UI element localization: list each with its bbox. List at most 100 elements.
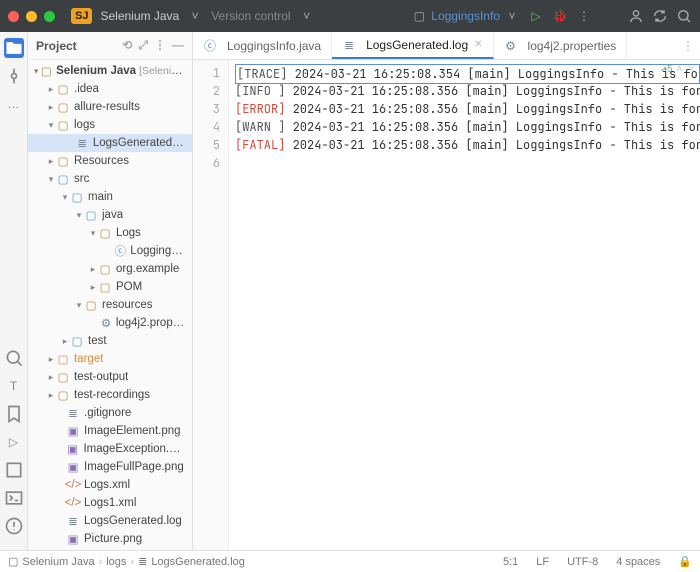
- checks-count: ✓5: [661, 62, 673, 75]
- breadcrumb[interactable]: ▢ Selenium Java › logs › ≣ LogsGenerated…: [8, 555, 245, 568]
- crumb-logs[interactable]: logs: [106, 556, 126, 568]
- tree-file-logs-xml[interactable]: </>Logs.xml: [28, 476, 192, 494]
- readonly-lock-icon[interactable]: 🔒: [678, 555, 692, 568]
- inspections-widget[interactable]: ✓5 ˄ ˅: [661, 62, 694, 75]
- tree-folder-resources-top[interactable]: ▸▢Resources: [28, 152, 192, 170]
- commit-tool-icon[interactable]: [4, 66, 24, 86]
- user-icon[interactable]: [628, 8, 644, 24]
- tree-root[interactable]: ▾▢ Selenium Java[SeleniumJava]: [28, 62, 192, 80]
- tree-file-logs1-xml[interactable]: </>Logs1.xml: [28, 494, 192, 512]
- tree-file-image-exception[interactable]: ▣ImageException.png: [28, 440, 192, 458]
- minimize-window-icon[interactable]: [26, 11, 37, 22]
- run-icon[interactable]: ▷: [528, 8, 544, 24]
- project-name[interactable]: Selenium Java: [100, 9, 179, 23]
- terminal-tool-icon[interactable]: [4, 488, 24, 508]
- tree-folder-java[interactable]: ▾▢java: [28, 206, 192, 224]
- left-toolstrip: … T ▷: [0, 32, 28, 550]
- line-separator[interactable]: LF: [536, 556, 549, 568]
- tab-loggingsinfo-java[interactable]: ⓒ LoggingsInfo.java: [193, 32, 332, 59]
- run-config-label: LoggingsInfo: [431, 9, 500, 23]
- structure-tool-icon[interactable]: T: [4, 376, 24, 396]
- tree-file-picture[interactable]: ▣Picture.png: [28, 530, 192, 548]
- tree-file-image-element[interactable]: ▣ImageElement.png: [28, 422, 192, 440]
- more-tool-icon[interactable]: …: [4, 94, 24, 114]
- code-editor[interactable]: 123456 [TRACE] 2024-03-21 16:25:08.354 […: [193, 60, 700, 550]
- line-number: 4: [193, 118, 220, 136]
- tree-folder-logs[interactable]: ▾▢logs: [28, 116, 192, 134]
- tab-log4j2-properties[interactable]: ⚙ log4j2.properties: [494, 32, 628, 59]
- debug-icon[interactable]: 🐞: [552, 8, 568, 24]
- updates-icon[interactable]: [652, 8, 668, 24]
- titlebar: SJ Selenium Java ˅ Version control ˅ ▢ L…: [0, 0, 700, 32]
- indent-setting[interactable]: 4 spaces: [616, 556, 660, 568]
- tree-pkg-pom[interactable]: ▸▢POM: [28, 278, 192, 296]
- code-line[interactable]: [INFO ] 2024-03-21 16:25:08.356 [main] L…: [235, 82, 700, 100]
- close-tab-icon[interactable]: ✕: [474, 39, 482, 50]
- tab-label: LogsGenerated.log: [366, 38, 468, 52]
- code-line[interactable]: [ERROR] 2024-03-21 16:25:08.356 [main] L…: [235, 100, 700, 118]
- expand-icon[interactable]: ⤢: [138, 38, 148, 53]
- tree-folder-test[interactable]: ▸▢test: [28, 332, 192, 350]
- code-line[interactable]: [TRACE] 2024-03-21 16:25:08.354 [main] L…: [235, 64, 700, 82]
- statusbar: ▢ Selenium Java › logs › ≣ LogsGenerated…: [0, 550, 700, 572]
- more-icon[interactable]: ⋮: [576, 8, 592, 24]
- run-tool-icon[interactable]: ▷: [4, 432, 24, 452]
- close-window-icon[interactable]: [8, 11, 19, 22]
- line-number: 2: [193, 82, 220, 100]
- options-icon[interactable]: ⋮: [154, 38, 166, 53]
- crumb-root[interactable]: Selenium Java: [22, 556, 94, 568]
- editor-area: ⓒ LoggingsInfo.java ≣ LogsGenerated.log …: [193, 32, 700, 550]
- tree-file-logsgen-local[interactable]: ≣LogsGenerated.log: [28, 512, 192, 530]
- code-lines[interactable]: [TRACE] 2024-03-21 16:25:08.354 [main] L…: [229, 60, 700, 550]
- tree-class-loggingsinfo[interactable]: ⓒLoggingsInfo: [28, 242, 192, 260]
- tree-file-image-fullpage[interactable]: ▣ImageFullPage.png: [28, 458, 192, 476]
- file-icon: ≣: [342, 38, 356, 52]
- tab-label: log4j2.properties: [528, 39, 617, 53]
- build-tool-icon[interactable]: [4, 460, 24, 480]
- code-line[interactable]: [WARN ] 2024-03-21 16:25:08.356 [main] L…: [235, 118, 700, 136]
- project-tree[interactable]: ▾▢ Selenium Java[SeleniumJava] ▸▢.idea ▸…: [28, 60, 192, 550]
- tree-folder-main[interactable]: ▾▢main: [28, 188, 192, 206]
- tree-pkg-orgexample[interactable]: ▸▢org.example: [28, 260, 192, 278]
- crumb-file[interactable]: LogsGenerated.log: [151, 556, 245, 568]
- tree-file-log4j2[interactable]: ⚙log4j2.properties: [28, 314, 192, 332]
- tree-pkg-logs[interactable]: ▾▢Logs: [28, 224, 192, 242]
- tree-file-logsgenerated[interactable]: ≣LogsGenerated.log: [28, 134, 192, 152]
- tree-folder-idea[interactable]: ▸▢.idea: [28, 80, 192, 98]
- hide-panel-icon[interactable]: —: [172, 38, 184, 53]
- run-config-icon: ▢: [411, 8, 427, 24]
- bookmarks-tool-icon[interactable]: [4, 404, 24, 424]
- tree-folder-testrecordings[interactable]: ▸▢test-recordings: [28, 386, 192, 404]
- line-number: 1: [193, 64, 220, 82]
- tree-folder-target[interactable]: ▸▢target: [28, 350, 192, 368]
- problems-tool-icon[interactable]: [4, 516, 24, 536]
- chevron-down-icon[interactable]: ˅: [187, 8, 203, 24]
- file-encoding[interactable]: UTF-8: [567, 556, 598, 568]
- tabs-menu-icon[interactable]: ⋮: [676, 32, 700, 59]
- project-panel-header: Project ⟲ ⤢ ⋮ —: [28, 32, 192, 60]
- project-tool-icon[interactable]: [4, 38, 24, 58]
- tree-folder-testoutput[interactable]: ▸▢test-output: [28, 368, 192, 386]
- search-tool-icon[interactable]: [4, 348, 24, 368]
- code-line[interactable]: [235, 154, 700, 172]
- chevron-down-icon[interactable]: ˅: [299, 8, 315, 24]
- tree-folder-allure[interactable]: ▸▢allure-results: [28, 98, 192, 116]
- tree-folder-resources[interactable]: ▾▢resources: [28, 296, 192, 314]
- line-number: 3: [193, 100, 220, 118]
- version-control-menu[interactable]: Version control: [211, 9, 290, 23]
- tab-logsgenerated-log[interactable]: ≣ LogsGenerated.log ✕: [332, 32, 493, 59]
- tree-folder-src[interactable]: ▾▢src: [28, 170, 192, 188]
- code-line[interactable]: [FATAL] 2024-03-21 16:25:08.356 [main] L…: [235, 136, 700, 154]
- nav-arrows[interactable]: ˄ ˅: [677, 62, 694, 75]
- refresh-icon[interactable]: ⟲: [122, 38, 132, 53]
- project-panel-title: Project: [36, 39, 77, 53]
- search-icon[interactable]: [676, 8, 692, 24]
- tree-file-gitignore[interactable]: ≣.gitignore: [28, 404, 192, 422]
- project-badge: SJ: [71, 8, 92, 24]
- line-number: 6: [193, 154, 220, 172]
- chevron-down-icon: ˅: [504, 8, 520, 24]
- run-config-selector[interactable]: ▢ LoggingsInfo ˅: [411, 8, 520, 24]
- caret-position[interactable]: 5:1: [503, 556, 518, 568]
- maximize-window-icon[interactable]: [44, 11, 55, 22]
- project-panel: Project ⟲ ⤢ ⋮ — ▾▢ Selenium Java[Seleniu…: [28, 32, 193, 550]
